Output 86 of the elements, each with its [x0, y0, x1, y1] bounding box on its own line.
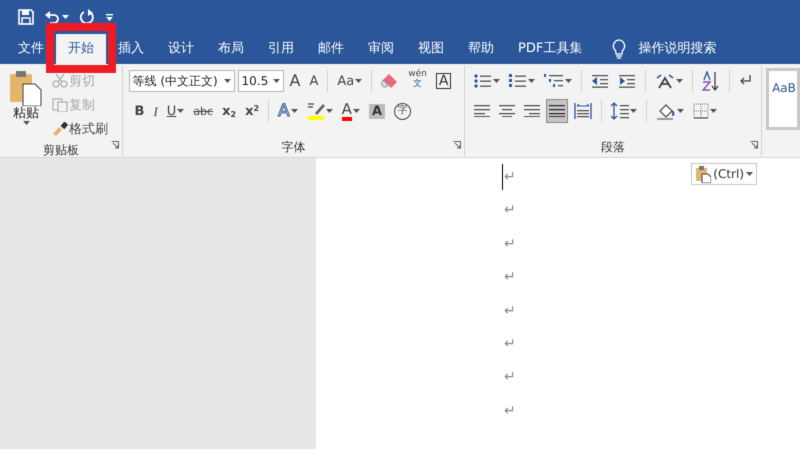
grow-font-button[interactable]: A — [286, 69, 304, 93]
dialog-launcher-icon[interactable] — [750, 140, 758, 149]
caret-icon — [676, 78, 684, 84]
brush-icon[interactable] — [52, 122, 68, 136]
align-center-icon[interactable] — [499, 105, 516, 117]
caret-icon — [352, 108, 360, 114]
decrease-indent-icon[interactable] — [591, 74, 610, 88]
italic-button[interactable]: I — [150, 99, 161, 123]
dialog-launcher-icon[interactable] — [110, 140, 119, 149]
lightbulb-icon — [612, 39, 626, 59]
caret-icon — [677, 108, 684, 114]
character-border-button[interactable]: A — [432, 69, 454, 93]
caret-icon — [630, 108, 638, 114]
ribbon-tab[interactable]: 设计 — [156, 34, 206, 64]
paragraph-mark: ↵ — [504, 334, 517, 354]
caret-icon — [565, 78, 572, 84]
dialog-launcher-icon[interactable] — [453, 140, 462, 149]
caret-icon — [177, 108, 184, 114]
caret-icon — [493, 78, 500, 84]
ribbon-tab[interactable]: 引用 — [256, 34, 306, 64]
line-spacing-icon[interactable] — [611, 102, 630, 120]
ribbon-tab[interactable]: 帮助 — [456, 34, 506, 64]
phonetic-guide-button[interactable]: wén 文 — [405, 69, 430, 93]
text-layout-icon[interactable] — [655, 73, 676, 89]
multilevel-list-icon[interactable] — [544, 73, 564, 89]
paragraph-mark: ↵ — [504, 268, 517, 288]
caret-icon — [22, 121, 30, 126]
justify-icon[interactable] — [549, 105, 566, 117]
paragraph-mark: ↵ — [504, 402, 517, 421]
numbered-list-icon[interactable] — [509, 73, 528, 89]
ribbon-tab[interactable]: 文件 — [6, 34, 56, 64]
align-right-icon[interactable] — [524, 105, 540, 117]
script-button[interactable]: x$^{2}$ — [242, 99, 262, 123]
paste-options-button[interactable]: (Ctrl) — [691, 163, 757, 185]
ribbon-tab[interactable]: 视图 — [406, 34, 456, 64]
clipboard-icon — [695, 165, 712, 183]
script-button[interactable]: x$_{2}$ — [219, 99, 240, 123]
clipboard-painter-button[interactable]: 格式刷 — [49, 117, 111, 141]
caret-icon — [224, 78, 231, 84]
caret-icon — [746, 172, 753, 176]
ribbon-tab[interactable]: 审阅 — [356, 34, 406, 64]
redo-icon[interactable] — [79, 9, 95, 25]
borders-icon[interactable] — [693, 103, 710, 119]
increase-indent-icon[interactable] — [618, 74, 636, 88]
paragraph-justify-button[interactable] — [546, 99, 568, 123]
clipboard-icon — [9, 70, 43, 106]
paragraph-mark: ↵ — [504, 302, 517, 321]
underline-button[interactable]: U — [164, 99, 188, 123]
strikethrough-button[interactable]: abc — [190, 99, 216, 123]
paint-bucket-icon[interactable] — [656, 102, 676, 120]
distributed-icon[interactable] — [574, 103, 592, 119]
save-icon[interactable] — [18, 9, 34, 25]
group-label: 字体 — [281, 139, 306, 156]
bullet-list-icon[interactable] — [474, 73, 492, 89]
group-label: 剪贴板 — [42, 142, 79, 159]
ribbon-tab[interactable]: 插入 — [106, 34, 156, 64]
highlighter-icon[interactable] — [306, 101, 325, 121]
group-label: 段落 — [601, 139, 626, 156]
font-color-button[interactable]: A — [338, 99, 363, 123]
font-name-dropdown[interactable]: 等线 (中文正文) — [128, 70, 235, 92]
caret-icon — [326, 108, 333, 114]
style-preview[interactable]: AaB — [766, 68, 800, 130]
caret-icon — [710, 108, 718, 114]
paragraph-mark: ↵ — [504, 234, 517, 254]
customize-icon[interactable] — [105, 12, 114, 22]
bold-button[interactable]: B — [132, 99, 148, 123]
tell-me-search[interactable]: 操作说明搜索 — [600, 34, 728, 64]
caret-icon — [290, 108, 298, 114]
paragraph-mark: ↵ — [504, 201, 517, 220]
font-size-dropdown[interactable]: 10.5 — [238, 70, 284, 92]
ribbon-tab[interactable]: PDF工具集 — [506, 34, 594, 64]
paragraph-mark: ↵ — [504, 168, 517, 187]
caret-icon — [355, 78, 362, 84]
ribbon-tab[interactable]: 邮件 — [306, 34, 356, 64]
caret-icon — [272, 78, 280, 84]
change-case-button[interactable]: Aa — [334, 69, 366, 93]
paragraph-mark: ↵ — [504, 368, 517, 388]
undo-icon[interactable] — [44, 9, 60, 25]
paste-button[interactable]: 粘贴 — [6, 69, 46, 133]
shrink-font-button[interactable]: A — [306, 69, 322, 93]
ribbon-tab[interactable]: 开始 — [56, 34, 106, 64]
caret-icon — [528, 78, 536, 84]
ribbon-tab[interactable]: 布局 — [206, 34, 256, 64]
caret-icon — [62, 14, 69, 20]
character-shading-button[interactable]: A — [366, 99, 388, 123]
align-left-icon[interactable] — [474, 105, 490, 117]
